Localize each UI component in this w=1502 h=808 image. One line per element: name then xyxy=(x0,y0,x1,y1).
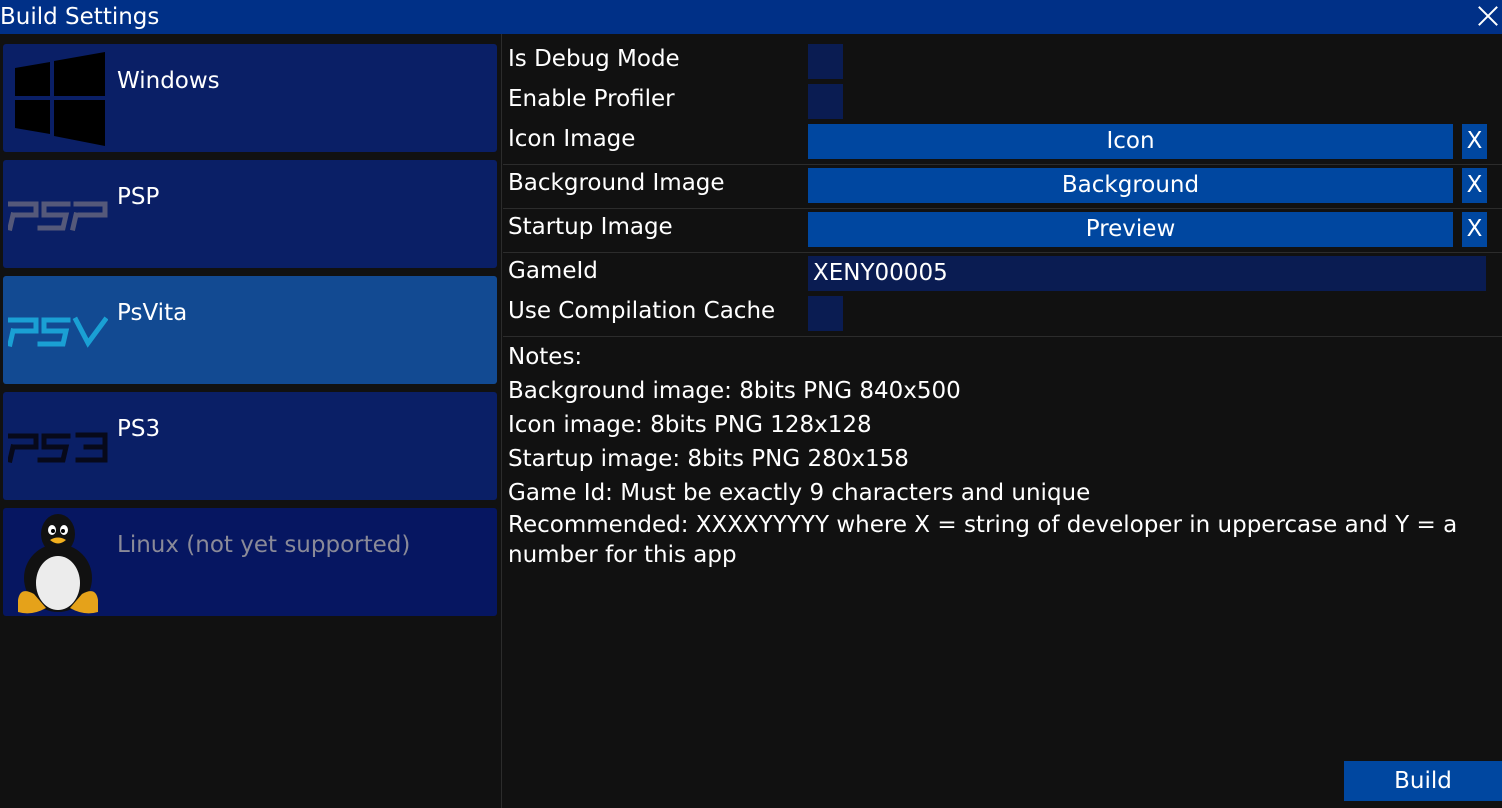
startup-image-clear-button[interactable]: X xyxy=(1462,212,1487,247)
background-image-button[interactable]: Background xyxy=(808,168,1453,203)
background-image-clear-button[interactable]: X xyxy=(1462,168,1487,203)
game-id-input[interactable] xyxy=(808,256,1486,291)
psvita-logo-icon xyxy=(8,316,108,348)
background-image-label: Background Image xyxy=(508,170,725,196)
panel-divider xyxy=(501,34,502,808)
row-divider xyxy=(503,336,1502,337)
note-line: Background image: 8bits PNG 840x500 xyxy=(508,378,961,404)
psp-logo-icon xyxy=(8,201,108,231)
row-divider xyxy=(503,252,1502,253)
icon-image-label: Icon Image xyxy=(508,126,636,152)
platform-psvita[interactable]: PsVita xyxy=(3,276,497,384)
platform-linux: Linux (not yet supported) xyxy=(3,508,497,616)
platform-label: PSP xyxy=(117,184,160,210)
note-line: Game Id: Must be exactly 9 characters an… xyxy=(508,480,1091,506)
title-bar: Build Settings xyxy=(0,0,1502,34)
settings-panel: Is Debug Mode Enable Profiler Icon Image… xyxy=(503,34,1502,808)
compilation-cache-label: Use Compilation Cache xyxy=(508,298,776,324)
window-title: Build Settings xyxy=(0,4,160,30)
row-divider xyxy=(503,164,1502,165)
icon-image-button[interactable]: Icon xyxy=(808,124,1453,159)
debug-mode-label: Is Debug Mode xyxy=(508,46,680,72)
platform-label: Windows xyxy=(117,68,220,94)
debug-mode-checkbox[interactable] xyxy=(808,44,843,79)
platform-list: Windows PSP PsVita PS3 Linux (not yet su… xyxy=(0,34,500,808)
game-id-label: GameId xyxy=(508,258,598,284)
startup-image-label: Startup Image xyxy=(508,214,673,240)
platform-label: PS3 xyxy=(117,416,161,442)
platform-windows[interactable]: Windows xyxy=(3,44,497,152)
note-line: Icon image: 8bits PNG 128x128 xyxy=(508,412,872,438)
notes-title: Notes: xyxy=(508,344,583,370)
ps3-logo-icon xyxy=(8,432,108,463)
platform-label: PsVita xyxy=(117,300,188,326)
profiler-checkbox[interactable] xyxy=(808,84,843,119)
notes-section: Notes: Background image: 8bits PNG 840x5… xyxy=(508,340,1498,570)
linux-tux-icon xyxy=(18,514,98,614)
note-line: Startup image: 8bits PNG 280x158 xyxy=(508,446,909,472)
startup-image-button[interactable]: Preview xyxy=(808,212,1453,247)
build-button[interactable]: Build xyxy=(1344,761,1502,801)
windows-logo-icon xyxy=(15,52,105,146)
compilation-cache-checkbox[interactable] xyxy=(808,296,843,331)
platform-psp[interactable]: PSP xyxy=(3,160,497,268)
platform-label: Linux (not yet supported) xyxy=(117,532,411,558)
icon-image-clear-button[interactable]: X xyxy=(1462,124,1487,159)
platform-ps3[interactable]: PS3 xyxy=(3,392,497,500)
close-icon[interactable] xyxy=(1477,5,1499,27)
profiler-label: Enable Profiler xyxy=(508,86,675,112)
note-line: Recommended: XXXXYYYYY where X = string … xyxy=(508,512,1458,568)
row-divider xyxy=(503,208,1502,209)
